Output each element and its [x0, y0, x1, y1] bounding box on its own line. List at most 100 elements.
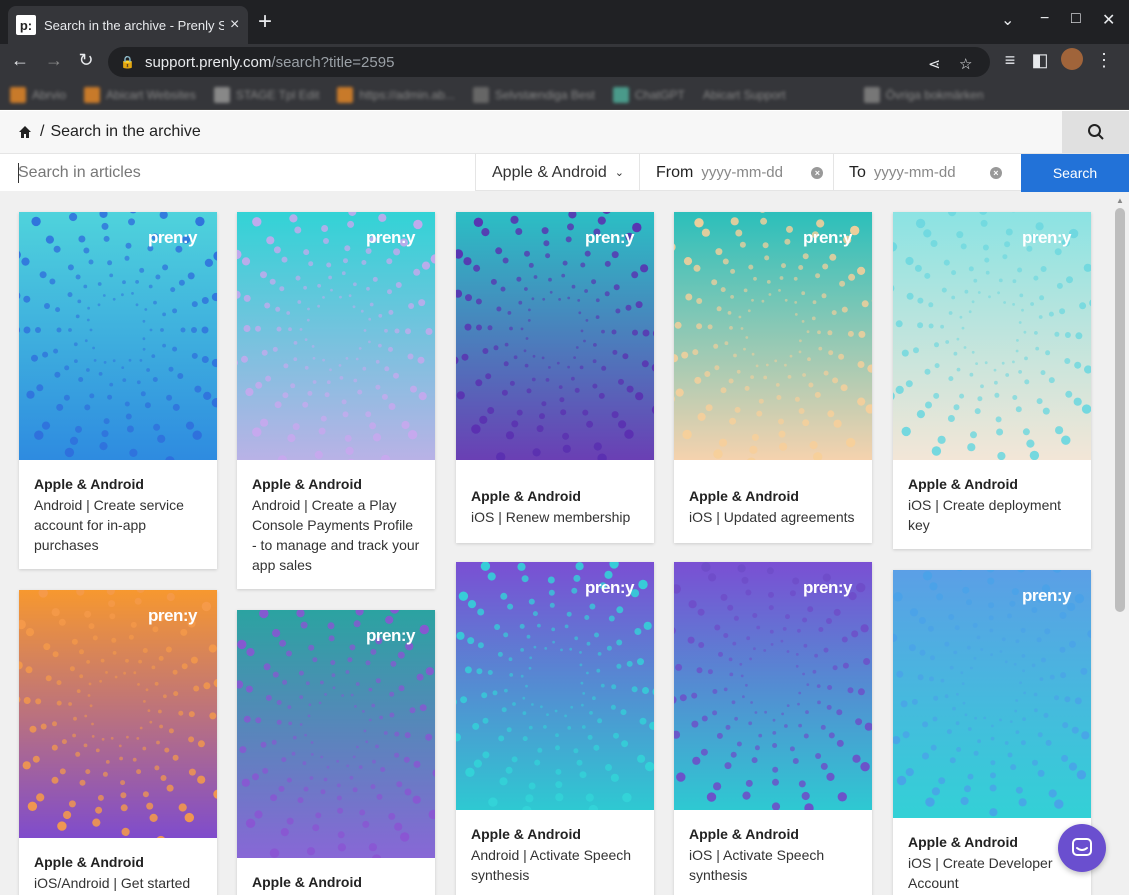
- bookmark-favicon-icon: [84, 86, 101, 103]
- article-thumbnail: pren:y: [456, 562, 654, 810]
- profile-avatar[interactable]: [1060, 48, 1084, 75]
- to-date-field[interactable]: To ×: [834, 154, 1021, 191]
- page-content: / Search in the archive Apple & Android …: [0, 111, 1129, 895]
- bookmark-item[interactable]: Abicart Websites: [84, 86, 196, 103]
- chevron-down-icon: ⌄: [614, 167, 624, 179]
- article-card[interactable]: pren:y Apple & Android: [237, 610, 435, 895]
- article-card[interactable]: pren:y Apple & Android Android | Activat…: [456, 562, 654, 895]
- article-thumbnail: pren:y: [237, 610, 435, 858]
- share-icon[interactable]: ⋖: [928, 55, 941, 73]
- prenly-logo: pren:y: [148, 606, 197, 625]
- browser-tabstrip: p: Search in the archive - Prenly S × + …: [0, 0, 1129, 44]
- article-thumbnail: pren:y: [237, 212, 435, 460]
- article-thumbnail: pren:y: [19, 590, 217, 838]
- bookmark-favicon-icon: [472, 86, 489, 103]
- search-icon: [1087, 124, 1104, 140]
- article-card[interactable]: pren:y Apple & Android iOS/Android | Get…: [19, 590, 217, 895]
- prenly-logo: pren:y: [366, 626, 415, 645]
- article-category: Apple & Android: [471, 826, 581, 842]
- thumbnail-graphic: [456, 212, 654, 460]
- page-title: Search in the archive: [50, 123, 201, 140]
- article-thumbnail: pren:y: [674, 212, 872, 460]
- article-title: iOS | Activate Speech synthesis: [689, 847, 825, 883]
- article-thumbnail: pren:y: [893, 570, 1091, 818]
- thumbnail-graphic: [674, 212, 872, 460]
- clear-to-date-icon[interactable]: ×: [989, 166, 1002, 179]
- to-date-input[interactable]: [873, 164, 990, 181]
- lock-icon: 🔒: [120, 55, 135, 69]
- article-title: iOS/Android | Get started: [34, 875, 191, 891]
- search-button[interactable]: Search: [1021, 154, 1129, 192]
- article-card[interactable]: pren:y Apple & Android Android | Create …: [237, 212, 435, 589]
- article-category: Apple & Android: [252, 874, 362, 890]
- bookmark-item[interactable]: ChatGPT: [612, 86, 685, 103]
- browser-toolbar: ← → ↻ 🔒 support.prenly.com/search?title=…: [0, 44, 1129, 80]
- scroll-up-arrow-icon[interactable]: ▲: [1116, 196, 1124, 205]
- article-title: Android | Create service account for in-…: [34, 497, 184, 553]
- article-thumbnail: pren:y: [893, 212, 1091, 460]
- prenly-favicon-icon: p:: [16, 15, 36, 35]
- bookmark-favicon-icon: [213, 86, 230, 103]
- bookmark-item[interactable]: Selvstændiga Best: [472, 86, 595, 103]
- browser-menu-icon[interactable]: ⋮: [1092, 50, 1116, 71]
- search-input[interactable]: [0, 154, 476, 191]
- article-text: Apple & Android iOS | Updated agreements: [674, 460, 872, 543]
- chat-icon: [1072, 838, 1092, 856]
- back-arrow-icon[interactable]: ←: [8, 50, 32, 71]
- maximize-icon[interactable]: □: [1071, 10, 1081, 28]
- close-window-icon[interactable]: ✕: [1102, 10, 1115, 30]
- browser-tab[interactable]: p: Search in the archive - Prenly S ×: [8, 6, 248, 44]
- scrollbar-thumb[interactable]: [1115, 208, 1125, 612]
- clear-from-date-icon[interactable]: ×: [811, 166, 824, 179]
- article-card[interactable]: pren:y Apple & Android Android | Create …: [19, 212, 217, 569]
- chat-launcher-button[interactable]: [1058, 824, 1106, 872]
- side-panel-icon[interactable]: ◧: [1028, 50, 1052, 71]
- bookmark-item[interactable]: Abicart Support: [703, 88, 786, 102]
- address-bar[interactable]: 🔒 support.prenly.com/search?title=2595 ⋖…: [108, 47, 990, 77]
- thumbnail-graphic: [19, 590, 217, 838]
- thumbnail-graphic: [237, 610, 435, 858]
- thumbnail-graphic: [893, 212, 1091, 460]
- article-card[interactable]: pren:y Apple & Android iOS | Create depl…: [893, 212, 1091, 549]
- url-host: support.prenly.com: [144, 53, 272, 71]
- bookmark-favicon-icon: [612, 86, 629, 103]
- forward-arrow-icon[interactable]: →: [42, 50, 66, 71]
- from-label: From: [656, 163, 694, 181]
- search-toggle-button[interactable]: [1062, 111, 1129, 153]
- article-title: iOS | Create Developer Account: [908, 855, 1053, 891]
- thumbnail-graphic: [893, 570, 1091, 818]
- new-tab-icon[interactable]: +: [258, 10, 272, 34]
- platform-select[interactable]: Apple & Android ⌄: [476, 154, 640, 191]
- bookmark-item[interactable]: STAGE Tpl Edit: [213, 86, 319, 103]
- bookmark-star-icon[interactable]: ☆: [959, 55, 972, 73]
- minimize-icon[interactable]: −: [1040, 10, 1049, 28]
- article-card[interactable]: pren:y Apple & Android iOS | Updated agr…: [674, 212, 872, 543]
- article-card[interactable]: pren:y Apple & Android iOS | Activate Sp…: [674, 562, 872, 895]
- article-thumbnail: pren:y: [674, 562, 872, 810]
- thumbnail-graphic: [19, 212, 217, 460]
- tab-search-chevron-icon[interactable]: ⌄: [1001, 10, 1014, 30]
- bookmark-item[interactable]: https://admin.ab...: [337, 86, 455, 103]
- bookmark-folder[interactable]: Övriga bokmärken: [863, 86, 984, 103]
- media-queue-icon[interactable]: ≡: [998, 50, 1022, 71]
- from-date-input[interactable]: [701, 164, 812, 181]
- tab-close-icon[interactable]: ×: [230, 16, 239, 34]
- reload-icon[interactable]: ↻: [74, 50, 98, 71]
- tab-title: Search in the archive - Prenly S: [44, 17, 224, 33]
- article-category: Apple & Android: [34, 476, 144, 492]
- article-grid: pren:y Apple & Android Android | Create …: [0, 192, 1112, 895]
- bookmark-item[interactable]: Abrvio: [10, 86, 66, 103]
- page-scrollbar[interactable]: ▲: [1112, 192, 1129, 895]
- article-text: Apple & Android iOS/Android | Get starte…: [19, 838, 217, 895]
- thumbnail-graphic: [674, 562, 872, 810]
- folder-icon: [863, 86, 880, 103]
- bookmark-favicon-icon: [10, 86, 26, 103]
- from-date-field[interactable]: From ×: [641, 154, 834, 191]
- article-category: Apple & Android: [908, 476, 1018, 492]
- article-text: Apple & Android iOS | Create deployment …: [893, 460, 1091, 549]
- prenly-logo: pren:y: [803, 228, 852, 247]
- prenly-logo: pren:y: [585, 578, 634, 597]
- prenly-logo: pren:y: [585, 228, 634, 247]
- article-card[interactable]: pren:y Apple & Android iOS | Renew membe…: [456, 212, 654, 543]
- home-icon[interactable]: [18, 125, 32, 139]
